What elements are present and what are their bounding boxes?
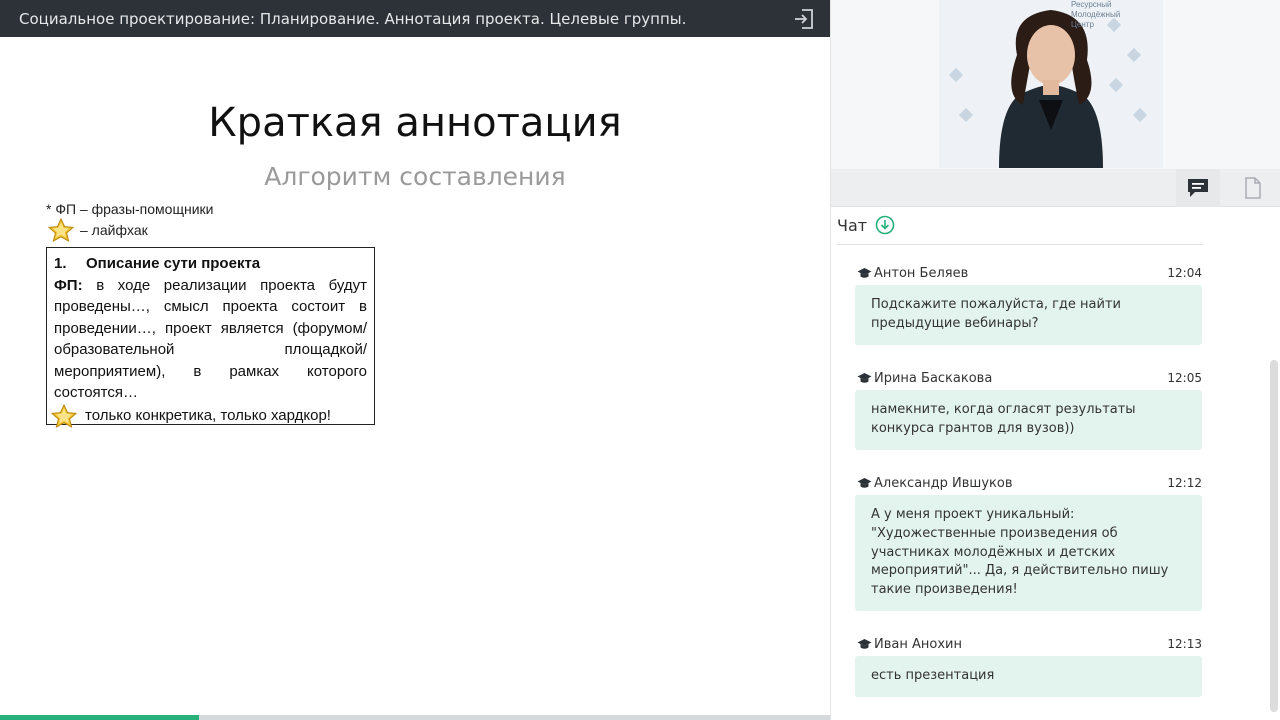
message-meta: Ирина Баскакова 12:05: [855, 369, 1202, 387]
watermark-line: Центр: [1071, 20, 1094, 29]
chat-scrollbar[interactable]: [1270, 360, 1278, 712]
graduation-cap-icon: [857, 373, 872, 383]
message-time: 12:13: [1167, 637, 1202, 651]
message-author: Ирина Баскакова: [874, 370, 993, 386]
note-phrases: * ФП – фразы-помощники: [46, 201, 214, 217]
presenter-video: Ресурсный Молодёжный Центр: [939, 0, 1163, 168]
star-icon: [50, 403, 78, 428]
chat-header: Чат: [837, 215, 895, 235]
box-body-text: в ходе реализации проекта будут проведен…: [54, 276, 367, 402]
graduation-cap-icon: [857, 268, 872, 278]
playback-progress-bar[interactable]: [0, 715, 830, 720]
chat-icon: [1188, 179, 1208, 197]
message-author: Иван Анохин: [874, 636, 962, 652]
webinar-app: Социальное проектирование: Планирование.…: [0, 0, 1280, 720]
note-lifehack-text: – лайфхак: [80, 222, 148, 238]
graduation-cap-icon: [857, 478, 872, 488]
message-bubble: есть презентация: [855, 656, 1202, 697]
message-meta: Александр Ившуков 12:12: [855, 474, 1202, 492]
slide-title: Краткая аннотация: [208, 100, 622, 146]
slide-subtitle: Алгоритм составления: [264, 162, 566, 191]
video-watermark: Ресурсный Молодёжный Центр: [1071, 0, 1120, 30]
message-author: Александр Ившуков: [874, 475, 1013, 491]
message-author: Антон Беляев: [874, 265, 969, 281]
chat-title: Чат: [837, 215, 868, 235]
box-body: ФП: в ходе реализации проекта будут пров…: [54, 275, 367, 404]
watermark-line: Молодёжный: [1071, 10, 1121, 19]
progress-fill: [0, 715, 200, 720]
presenter-figure: [939, 0, 1163, 168]
annotation-box: 1. Описание сути проекта ФП: в ходе реал…: [46, 247, 375, 428]
note-lifehack: – лайфхак: [46, 218, 148, 242]
message-time: 12:05: [1167, 371, 1202, 385]
chat-message: Антон Беляев 12:04 Подскажите пожалуйста…: [855, 264, 1202, 345]
message-bubble: А у меня проект уникальный: "Художествен…: [855, 495, 1202, 611]
top-bar: Социальное проектирование: Планирование.…: [0, 0, 830, 37]
scroll-down-icon[interactable]: [875, 215, 895, 235]
chat-message: Ирина Баскакова 12:05 намекните, когда о…: [855, 369, 1202, 450]
document-icon: [1245, 177, 1261, 199]
graduation-cap-icon: [857, 639, 872, 649]
chat-message: Александр Ившуков 12:12 А у меня проект …: [855, 474, 1202, 611]
exit-button[interactable]: [785, 0, 822, 37]
side-panel: Ресурсный Молодёжный Центр Чат Антон Бел…: [830, 0, 1280, 720]
message-bubble: намекните, когда огласят результаты конк…: [855, 390, 1202, 450]
tab-files[interactable]: [1231, 169, 1275, 207]
chat-message: Иван Анохин 12:13 есть презентация: [855, 635, 1202, 697]
message-time: 12:04: [1167, 266, 1202, 280]
star-icon: [47, 218, 75, 242]
box-heading-text: Описание сути проекта: [86, 255, 261, 272]
box-heading: 1. Описание сути проекта: [54, 253, 367, 275]
exit-icon: [794, 8, 813, 29]
tab-chat[interactable]: [1176, 169, 1220, 207]
chat-divider: [837, 244, 1203, 245]
message-bubble: Подскажите пожалуйста, где найти предыду…: [855, 285, 1202, 345]
webinar-title: Социальное проектирование: Планирование.…: [19, 9, 687, 28]
box-number: 1.: [54, 255, 67, 272]
chat-panel: Чат Антон Беляев 12:04 Подскажите пожалу…: [831, 207, 1280, 720]
fp-label: ФП:: [54, 276, 83, 294]
presentation-area: Социальное проектирование: Планирование.…: [0, 0, 830, 720]
message-meta: Антон Беляев 12:04: [855, 264, 1202, 282]
message-time: 12:12: [1167, 476, 1202, 490]
hardcore-text: только конкретика, только хардкор!: [85, 406, 331, 424]
message-meta: Иван Анохин 12:13: [855, 635, 1202, 653]
watermark-line: Ресурсный: [1071, 0, 1112, 9]
panel-tabs: [831, 169, 1280, 207]
hardcore-line: только конкретика, только хардкор!: [49, 403, 367, 428]
